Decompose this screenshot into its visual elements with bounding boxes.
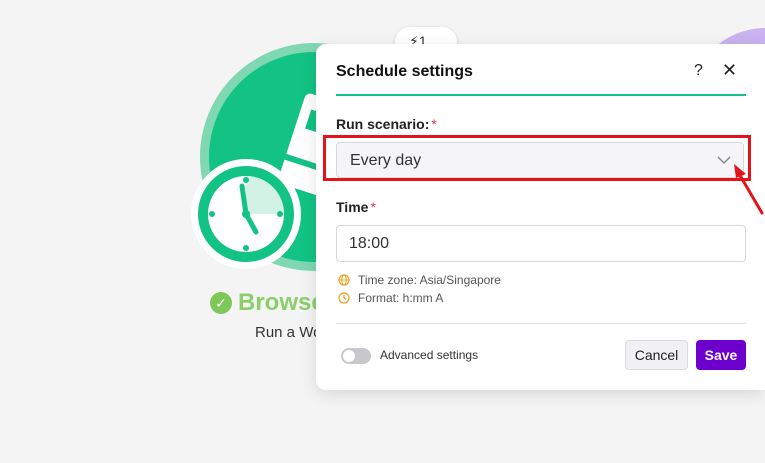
- time-input[interactable]: [336, 225, 746, 262]
- cancel-button[interactable]: Cancel: [625, 340, 688, 370]
- timezone-hint-text: Time zone: Asia/Singapore: [358, 273, 501, 287]
- annotation-arrow-icon: [734, 164, 764, 215]
- timezone-hint: Time zone: Asia/Singapore: [338, 273, 501, 287]
- node-subtitle: Run a Wo: [255, 324, 322, 341]
- time-label: Time *: [336, 199, 376, 215]
- format-hint: Format: h:mm A: [338, 291, 443, 305]
- format-hint-text: Format: h:mm A: [358, 291, 444, 305]
- scenario-canvas: ⚡1 ✓ Browse Run a Wo Schedule settings ?…: [0, 0, 765, 463]
- advanced-settings-label: Advanced settings: [380, 348, 479, 362]
- help-button[interactable]: ?: [694, 62, 703, 80]
- highlight-box: [323, 135, 751, 181]
- title-underline: [336, 94, 746, 96]
- time-label-text: Time: [336, 199, 369, 215]
- schedule-settings-dialog: Schedule settings ? ✕ Run scenario: * Eve…: [316, 44, 765, 390]
- globe-icon: [338, 274, 350, 286]
- required-mark: *: [431, 116, 437, 132]
- toggle-knob: [343, 350, 355, 362]
- dialog-title: Schedule settings: [336, 63, 473, 80]
- clock-icon: [191, 159, 301, 269]
- save-button[interactable]: Save: [696, 340, 746, 370]
- run-scenario-label: Run scenario: *: [336, 116, 437, 132]
- footer-divider: [336, 323, 746, 324]
- run-scenario-label-text: Run scenario:: [336, 116, 430, 132]
- required-mark: *: [370, 199, 376, 215]
- node-title: ✓ Browse: [210, 289, 325, 317]
- node-title-text: Browse: [238, 289, 325, 316]
- schedule-clock[interactable]: [190, 158, 302, 270]
- clock-small-icon: [338, 292, 350, 304]
- close-button[interactable]: ✕: [722, 60, 737, 81]
- check-icon: ✓: [210, 292, 232, 314]
- advanced-settings-toggle[interactable]: [341, 348, 371, 364]
